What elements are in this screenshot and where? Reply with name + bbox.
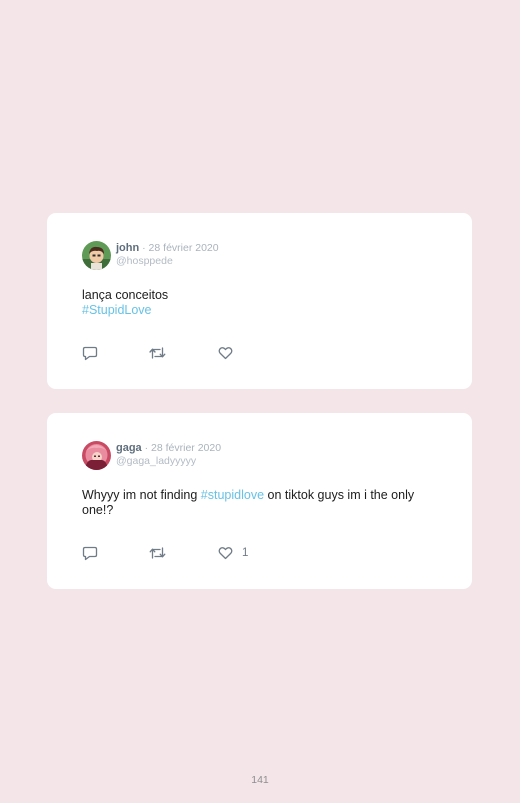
author-name[interactable]: john <box>116 242 139 254</box>
retweet-icon <box>149 346 166 360</box>
author-handle[interactable]: @hosppede <box>116 255 219 268</box>
author-name[interactable]: gaga <box>116 442 142 454</box>
avatar[interactable] <box>82 441 111 470</box>
author-handle[interactable]: @gaga_ladyyyyy <box>116 455 221 468</box>
tweet-date: · 28 février 2020 <box>141 442 222 454</box>
tweet-text: lança conceitos #StupidLove <box>82 288 447 318</box>
like-button[interactable] <box>218 345 242 361</box>
hashtag-link[interactable]: #stupidlove <box>201 488 264 502</box>
hashtag-link[interactable]: #StupidLove <box>82 303 152 317</box>
tweet-header: gaga · 28 février 2020 @gaga_ladyyyyy <box>116 442 221 468</box>
avatar[interactable] <box>82 241 111 270</box>
like-count: 1 <box>242 546 249 559</box>
page-number: 141 <box>251 774 269 786</box>
reply-button[interactable] <box>82 345 98 361</box>
heart-icon <box>218 346 233 360</box>
heart-icon <box>218 546 233 560</box>
tweet-text: Whyyy im not finding #stupidlove on tikt… <box>82 488 447 518</box>
reply-icon <box>82 346 98 361</box>
reply-button[interactable] <box>82 545 98 561</box>
reply-icon <box>82 546 98 561</box>
tweet-text-content: Whyyy im not finding <box>82 488 201 502</box>
tweet-card: gaga · 28 février 2020 @gaga_ladyyyyy Wh… <box>47 413 472 589</box>
retweet-button[interactable] <box>149 545 166 561</box>
tweet-card: john · 28 février 2020 @hosppede lança c… <box>47 213 472 389</box>
retweet-button[interactable] <box>149 345 166 361</box>
tweet-header: john · 28 février 2020 @hosppede <box>116 242 219 268</box>
tweet-text-content: lança conceitos <box>82 288 169 302</box>
retweet-icon <box>149 546 166 560</box>
tweet-date: · 28 février 2020 <box>139 242 219 254</box>
like-button[interactable]: 1 <box>218 545 248 561</box>
